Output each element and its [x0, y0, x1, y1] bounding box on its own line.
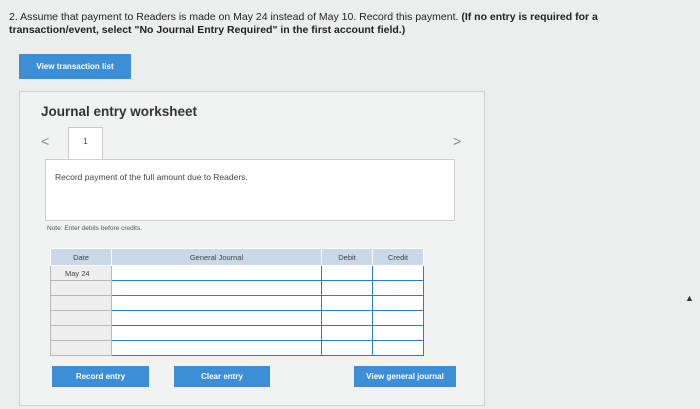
- table-header-row: Date General Journal Debit Credit: [50, 248, 424, 266]
- view-general-journal-button[interactable]: View general journal: [354, 366, 456, 387]
- table-row: May 24: [50, 265, 424, 281]
- account-field[interactable]: [111, 310, 322, 326]
- mouse-cursor-icon: ▲: [685, 293, 694, 303]
- debit-field[interactable]: [321, 340, 373, 356]
- clear-entry-button[interactable]: Clear entry: [174, 366, 270, 387]
- account-field[interactable]: [111, 280, 322, 296]
- account-field[interactable]: [111, 265, 322, 281]
- date-cell[interactable]: [50, 325, 112, 341]
- date-cell[interactable]: [50, 280, 112, 296]
- credit-field[interactable]: [372, 310, 424, 326]
- table-row: [50, 340, 424, 356]
- account-field[interactable]: [111, 325, 322, 341]
- date-cell[interactable]: [50, 340, 112, 356]
- question-text: 2. Assume that payment to Readers is mad…: [9, 11, 459, 23]
- transaction-description-box: Record payment of the full amount due to…: [45, 159, 455, 221]
- table-row: [50, 295, 424, 311]
- header-general-journal: General Journal: [111, 248, 322, 266]
- credit-field[interactable]: [372, 325, 424, 341]
- question-prompt: 2. Assume that payment to Readers is mad…: [9, 11, 669, 37]
- date-cell[interactable]: May 24: [50, 265, 112, 281]
- header-date: Date: [50, 248, 112, 266]
- chevron-left-icon[interactable]: <: [41, 133, 49, 149]
- debit-field[interactable]: [321, 310, 373, 326]
- journal-entry-worksheet: Journal entry worksheet < 1 > Record pay…: [19, 91, 485, 406]
- credit-field[interactable]: [372, 340, 424, 356]
- table-row: [50, 280, 424, 296]
- worksheet-page-tab[interactable]: 1: [68, 127, 103, 159]
- chevron-right-icon[interactable]: >: [453, 133, 461, 149]
- debit-field[interactable]: [321, 325, 373, 341]
- debit-field[interactable]: [321, 280, 373, 296]
- journal-entry-table: Date General Journal Debit Credit May 24: [50, 248, 424, 356]
- transaction-description: Record payment of the full amount due to…: [55, 172, 248, 182]
- view-transaction-list-button[interactable]: View transaction list: [19, 54, 131, 79]
- header-debit: Debit: [321, 248, 373, 266]
- table-row: [50, 325, 424, 341]
- table-row: [50, 310, 424, 326]
- account-field[interactable]: [111, 340, 322, 356]
- credit-field[interactable]: [372, 265, 424, 281]
- worksheet-title: Journal entry worksheet: [41, 104, 198, 119]
- entry-note: Note: Enter debits before credits.: [47, 225, 143, 232]
- page-number: 1: [83, 137, 88, 146]
- header-credit: Credit: [372, 248, 424, 266]
- credit-field[interactable]: [372, 295, 424, 311]
- credit-field[interactable]: [372, 280, 424, 296]
- date-cell[interactable]: [50, 295, 112, 311]
- account-field[interactable]: [111, 295, 322, 311]
- date-cell[interactable]: [50, 310, 112, 326]
- debit-field[interactable]: [321, 265, 373, 281]
- record-entry-button[interactable]: Record entry: [52, 366, 149, 387]
- debit-field[interactable]: [321, 295, 373, 311]
